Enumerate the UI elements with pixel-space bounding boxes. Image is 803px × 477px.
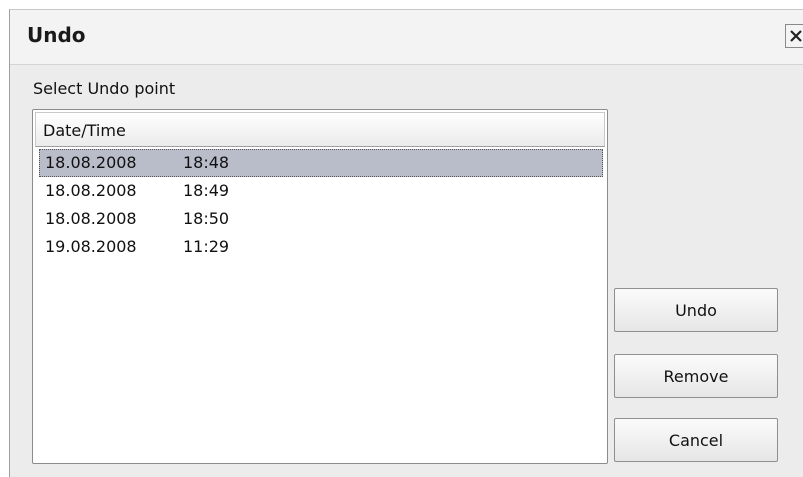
close-button[interactable] bbox=[785, 24, 803, 48]
row-time: 18:48 bbox=[183, 153, 230, 172]
list-item[interactable]: 18.08.2008 18:49 bbox=[39, 177, 603, 205]
title-bar: Undo bbox=[10, 10, 803, 65]
undo-points-list[interactable]: Date/Time 18.08.2008 18:48 18.08.2008 18:4… bbox=[32, 109, 608, 464]
list-item[interactable]: 18.08.2008 18:48 bbox=[39, 149, 603, 177]
row-date: 18.08.2008 bbox=[45, 153, 137, 172]
list-item[interactable]: 19.08.2008 11:29 bbox=[39, 233, 603, 261]
row-date: 18.08.2008 bbox=[45, 181, 137, 200]
remove-button[interactable]: Remove bbox=[614, 354, 778, 398]
row-time: 18:49 bbox=[183, 181, 230, 200]
select-undo-point-label: Select Undo point bbox=[33, 79, 176, 98]
row-time: 18:50 bbox=[183, 209, 230, 228]
undo-dialog: Undo Select Undo point Date/Time 18.08.2… bbox=[9, 9, 803, 477]
column-header-date-time[interactable]: Date/Time bbox=[35, 112, 605, 147]
list-item[interactable]: 18.08.2008 18:50 bbox=[39, 205, 603, 233]
column-header-label: Date/Time bbox=[43, 121, 126, 140]
list-rows: 18.08.2008 18:48 18.08.2008 18:49 18.08.20… bbox=[39, 149, 603, 261]
row-date: 19.08.2008 bbox=[45, 237, 137, 256]
close-icon bbox=[790, 30, 802, 42]
row-time: 11:29 bbox=[183, 237, 230, 256]
row-date: 18.08.2008 bbox=[45, 209, 137, 228]
dialog-title: Undo bbox=[27, 23, 86, 47]
cancel-button[interactable]: Cancel bbox=[614, 418, 778, 462]
undo-button[interactable]: Undo bbox=[614, 288, 778, 332]
